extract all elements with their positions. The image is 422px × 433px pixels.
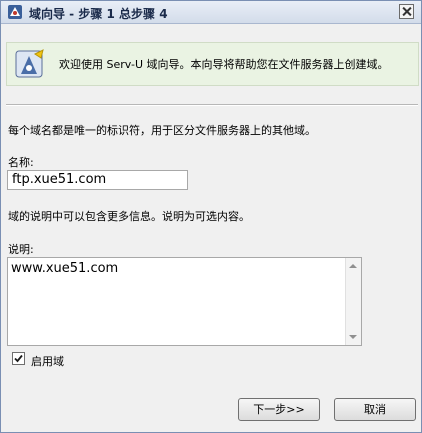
scroll-up-icon[interactable] [349,264,357,268]
title-bar: 域向导 - 步骤 1 总步骤 4 [1,1,421,24]
domain-wizard-window: 域向导 - 步骤 1 总步骤 4 欢迎使用 Serv-U 域向导。本向导将帮助您… [0,0,422,433]
banner-text: 欢迎使用 Serv-U 域向导。本向导将帮助您在文件服务器上创建域。 [59,58,389,71]
description-textarea[interactable]: www.xue51.com [7,257,362,346]
description-info-text: 域的说明中可以包含更多信息。说明为可选内容。 [8,210,250,223]
description-label: 说明: [8,243,34,256]
wizard-icon [15,48,47,80]
scroll-down-icon[interactable] [349,335,357,339]
wizard-icon [7,4,23,20]
window-title: 域向导 - 步骤 1 总步骤 4 [29,7,168,21]
cancel-button[interactable]: 取消 [334,398,416,421]
name-label: 名称: [8,156,34,169]
enable-domain-label[interactable]: 启用域 [31,353,64,369]
welcome-banner: 欢迎使用 Serv-U 域向导。本向导将帮助您在文件服务器上创建域。 [6,42,419,86]
intro-text: 每个域名都是唯一的标识符，用于区分文件服务器上的其他域。 [8,124,316,137]
close-icon[interactable] [399,4,414,19]
separator [6,104,418,106]
next-button[interactable]: 下一步>> [238,398,320,421]
description-scrollbar[interactable] [345,258,361,345]
enable-domain-checkbox[interactable] [12,352,25,365]
domain-name-input[interactable]: ftp.xue51.com [7,170,188,190]
checkmark-icon [14,354,23,363]
description-value: www.xue51.com [11,261,119,276]
